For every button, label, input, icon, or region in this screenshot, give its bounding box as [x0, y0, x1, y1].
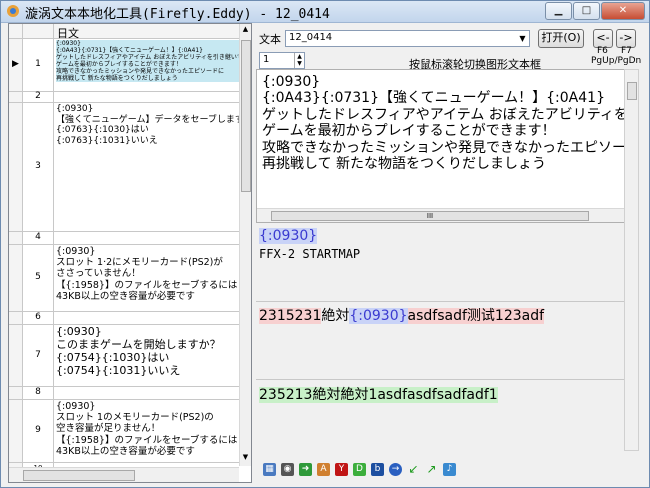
spinner-arrows-icon[interactable]: ▲ ▼: [294, 53, 304, 68]
line-spinner-value: 1: [263, 54, 270, 65]
line-spinner[interactable]: 1 ▲ ▼: [259, 52, 305, 69]
grid-horizontal-scrollbar[interactable]: [9, 467, 239, 482]
row-number: 2: [23, 91, 54, 102]
row-selector[interactable]: [9, 103, 23, 231]
preview-text-green: 235213絶対絶対1asdfasdfsadfadf1: [259, 387, 498, 403]
scroll-down-icon[interactable]: ▼: [240, 453, 251, 465]
table-row[interactable]: ▶ 1 {:0930} {:0A43}{:0731}【強くてニューゲーム！】{:…: [9, 39, 239, 92]
title-bar: 漩涡文本本地化工具(Firefly.Eddy) - 12_0414 ▁ □ ✕: [1, 1, 649, 23]
section-divider: [256, 301, 624, 302]
preview-text-red: asdfsadf测试123adf: [407, 308, 545, 324]
main-window: 漩涡文本本地化工具(Firefly.Eddy) - 12_0414 ▁ □ ✕ …: [0, 0, 650, 488]
row-text[interactable]: {:0930} {:0A43}{:0731}【強くてニューゲーム！】{:0A41…: [56, 40, 239, 83]
editor-horizontal-scrollbar[interactable]: III: [257, 208, 625, 222]
file-select[interactable]: 12_0414 ▼: [285, 30, 530, 47]
grid-header: 日文: [9, 24, 239, 40]
speaker-icon[interactable]: ♪: [443, 462, 456, 476]
file-select-value: 12_0414: [289, 32, 333, 43]
arrow-down-left-icon[interactable]: ↙: [407, 462, 420, 476]
forward-icon[interactable]: →: [389, 462, 402, 476]
table-row[interactable]: 7 {:0930} このままゲームを開始しますか？ {:0754}{:1030}…: [9, 325, 239, 387]
table-row[interactable]: 9 {:0930} スロット 1のメモリーカード(PS2)の 空き容量が足りませ…: [9, 400, 239, 463]
row-selector[interactable]: [9, 387, 23, 399]
text-editor[interactable]: {:0930} {:0A43}{:0731}【強くてニューゲーム！】{:0A41…: [256, 69, 626, 223]
b-icon[interactable]: b: [371, 462, 384, 476]
row-text[interactable]: {:0930} このままゲームを開始しますか？ {:0754}{:1030}はい…: [56, 326, 239, 378]
window-title: 漩涡文本本地化工具(Firefly.Eddy) - 12_0414: [25, 7, 330, 22]
f7-label: F7: [621, 46, 632, 56]
close-button[interactable]: ✕: [601, 2, 645, 20]
row-number: 1: [23, 39, 54, 91]
row-selector[interactable]: [9, 312, 23, 324]
table-row[interactable]: 6: [9, 312, 239, 325]
main-text-content[interactable]: {:0930} {:0A43}{:0731}【強くてニューゲーム！】{:0A41…: [262, 74, 625, 172]
f6-label: F6: [597, 46, 608, 56]
row-number-header: [23, 24, 54, 38]
current-row-arrow-icon: ▶: [12, 59, 19, 69]
table-icon[interactable]: ▦: [263, 462, 276, 476]
grid-vertical-scroll-thumb[interactable]: [241, 40, 251, 192]
right-vertical-scroll-thumb[interactable]: [627, 82, 637, 100]
row-selector[interactable]: [9, 400, 23, 462]
scroll-up-icon[interactable]: ▲: [240, 25, 251, 37]
table-row[interactable]: 5 {:0930} スロット 1·2にメモリーカード(PS2)が ささっていませ…: [9, 245, 239, 312]
table-row[interactable]: 3 {:0930} 【強くてニューゲーム】データをセーブしますか？ {:0763…: [9, 103, 239, 232]
grid-horizontal-scroll-thumb[interactable]: [23, 470, 135, 481]
chevron-down-icon[interactable]: ▼: [516, 31, 529, 46]
d-icon[interactable]: D: [353, 462, 366, 476]
pgup-pgdn-label: PgUp/PgDn: [591, 56, 642, 66]
preview-text-red: 2315231: [259, 308, 322, 324]
maximize-button[interactable]: □: [573, 2, 600, 20]
row-text[interactable]: {:0930} スロット 1のメモリーカード(PS2)の 空き容量が足りません！…: [56, 401, 239, 457]
preview-text-plain: 絶対: [321, 308, 350, 324]
row-selector[interactable]: ▶: [9, 39, 23, 91]
app-icon: [7, 5, 19, 17]
row-selector[interactable]: [9, 92, 23, 102]
preview-line-4: 235213絶対絶対1asdfasdfsadfadf1: [259, 384, 498, 404]
row-selector[interactable]: [9, 245, 23, 311]
text-label: 文本: [259, 33, 281, 46]
row-number: 5: [23, 245, 54, 311]
preview-line-1: {:0930}: [259, 228, 318, 244]
preview-line-2: FFX-2 STARTMAP: [259, 247, 361, 261]
bottom-toolbar: ▦ ◉ ➜ A Y D b → ↙ ↗ ♪: [263, 460, 461, 478]
row-selector[interactable]: [9, 325, 23, 386]
yahoo-icon[interactable]: Y: [335, 462, 348, 476]
grid-vertical-scrollbar[interactable]: ▲ ▼: [239, 24, 251, 466]
row-selector[interactable]: [9, 232, 23, 244]
row-text[interactable]: {:0930} スロット 1·2にメモリーカード(PS2)が ささっていません！…: [56, 246, 239, 302]
preview-line-3: 2315231絶対{:0930}asdfsadf测试123adf: [259, 305, 545, 325]
row-number: 8: [23, 387, 54, 399]
text-grid[interactable]: 日文 ▶ 1 {:0930} {:0A43}{:0731}【強くてニューゲーム！…: [8, 23, 252, 483]
row-number: 9: [23, 400, 54, 462]
table-row[interactable]: 2: [9, 91, 239, 103]
table-row[interactable]: 8: [9, 387, 239, 400]
grid-corner: [9, 24, 23, 38]
control-code-tag: {:0930}: [349, 308, 408, 324]
table-row[interactable]: 4: [9, 232, 239, 245]
binoculars-icon[interactable]: ◉: [281, 462, 294, 476]
row-text[interactable]: {:0930} 【強くてニューゲーム】データをセーブしますか？ {:0763}{…: [56, 104, 239, 146]
row-number: 3: [23, 103, 54, 231]
control-code-tag: {:0930}: [259, 228, 318, 244]
right-vertical-scrollbar[interactable]: [624, 69, 639, 451]
editor-horizontal-scroll-thumb[interactable]: III: [271, 211, 589, 221]
open-button[interactable]: 打开(O): [538, 29, 584, 48]
row-number: 6: [23, 312, 54, 324]
minimize-button[interactable]: ▁: [545, 2, 572, 20]
arrow-up-right-icon[interactable]: ↗: [425, 462, 438, 476]
go-icon[interactable]: ➜: [299, 462, 312, 476]
row-number: 7: [23, 325, 54, 386]
section-divider: [256, 379, 624, 380]
row-number: 4: [23, 232, 54, 244]
font-icon[interactable]: A: [317, 462, 330, 476]
